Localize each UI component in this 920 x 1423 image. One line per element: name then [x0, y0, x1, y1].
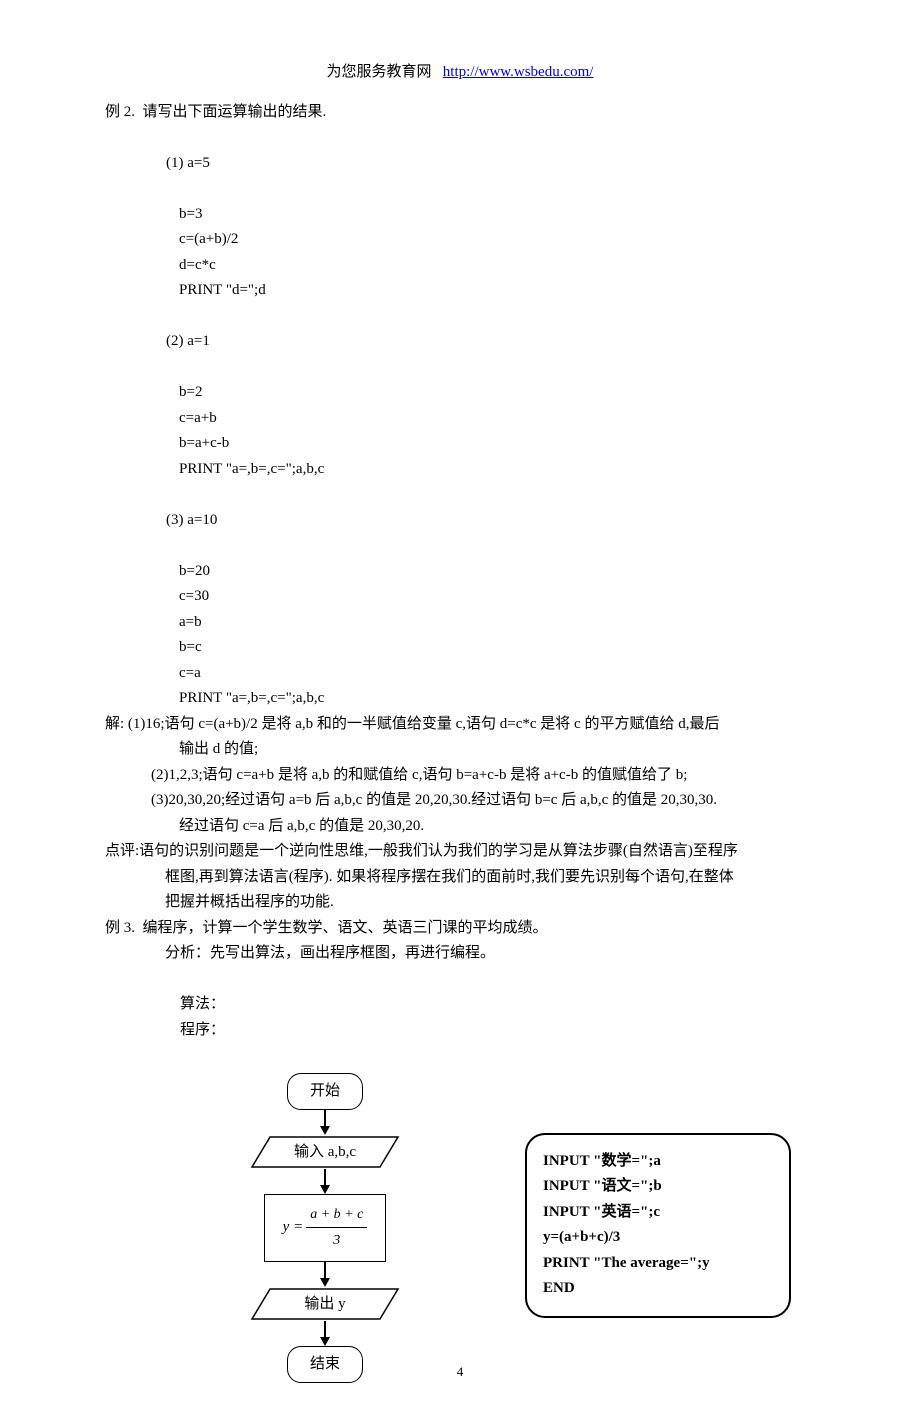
- comment-2: 框图,再到算法语言(程序). 如果将程序摆在我们的面前时,我们要先识别每个语句,…: [105, 865, 815, 891]
- flowchart-output: 输出 y: [250, 1287, 400, 1321]
- sub3-line7: PRINT "a=,b=,c=";a,b,c: [105, 686, 815, 712]
- program-line-4: y=(a+b+c)/3: [543, 1225, 773, 1251]
- formula-text: y = a + b + c 3: [283, 1203, 368, 1253]
- sub3-line2: b=20: [105, 559, 815, 585]
- sub1-line1: a=5: [187, 155, 210, 171]
- page-container: 为您服务教育网 http://www.wsbedu.com/ 例 2. 请写出下…: [0, 0, 920, 1423]
- sub2-line4: b=a+c-b: [105, 431, 815, 457]
- fraction: a + b + c 3: [306, 1203, 367, 1253]
- program-code-box: INPUT "数学=";a INPUT "语文=";b INPUT "英语=";…: [525, 1133, 791, 1318]
- flowchart-input-text: 输入 a,b,c: [294, 1144, 356, 1160]
- sub2-line1: a=1: [187, 333, 210, 349]
- sub3-line4: a=b: [105, 610, 815, 636]
- example3-title: 例 3. 编程序，计算一个学生数学、语文、英语三门课的平均成绩。: [105, 916, 815, 942]
- site-url-link[interactable]: http://www.wsbedu.com/: [443, 64, 594, 80]
- flow-and-code-section: 开始 输入 a,b,c y = a + b + c 3: [105, 1073, 815, 1384]
- flowchart-start: 开始: [287, 1073, 363, 1111]
- comment-3: 把握并概括出程序的功能.: [105, 890, 815, 916]
- arrow-icon: [320, 1321, 330, 1346]
- comment-1: 点评:语句的识别问题是一个逆向性思维,一般我们认为我们的学习是从算法步骤(自然语…: [105, 839, 815, 865]
- arrow-icon: [320, 1169, 330, 1194]
- arrow-icon: [320, 1110, 330, 1135]
- sub1-line2: b=3: [105, 202, 815, 228]
- program-line-1: INPUT "数学=";a: [543, 1149, 773, 1175]
- sub3-line3: c=30: [105, 584, 815, 610]
- example2-sub1-label: (1) a=5: [105, 125, 815, 202]
- formula-y-prefix: y =: [283, 1215, 304, 1241]
- sub2-label-text: (2): [166, 333, 184, 349]
- page-number: 4: [0, 1361, 920, 1383]
- solution-3a: (3)20,30,20;经过语句 a=b 后 a,b,c 的值是 20,20,3…: [105, 788, 815, 814]
- sub1-line5: PRINT "d=";d: [105, 278, 815, 304]
- program-line-6: END: [543, 1276, 773, 1302]
- sub3-line1: a=10: [187, 512, 217, 528]
- example2-sub3-label: (3) a=10: [105, 482, 815, 559]
- flowchart-output-text: 输出 y: [304, 1296, 345, 1312]
- solution-1a: 解: (1)16;语句 c=(a+b)/2 是将 a,b 和的一半赋值给变量 c…: [105, 712, 815, 738]
- example3-analysis: 分析：先写出算法，画出程序框图，再进行编程。: [105, 941, 815, 967]
- solution-3b: 经过语句 c=a 后 a,b,c 的值是 20,30,20.: [105, 814, 815, 840]
- sub3-label-text: (3): [166, 512, 184, 528]
- flowchart-process: y = a + b + c 3: [264, 1194, 387, 1262]
- fraction-num: a + b + c: [306, 1203, 367, 1228]
- sub3-line6: c=a: [105, 661, 815, 687]
- site-name-text: 为您服务教育网: [327, 64, 432, 80]
- sub1-line4: d=c*c: [105, 253, 815, 279]
- program-line-3: INPUT "英语=";c: [543, 1200, 773, 1226]
- sub1-line3: c=(a+b)/2: [105, 227, 815, 253]
- fraction-den: 3: [333, 1228, 340, 1253]
- algo-label: 算法：: [180, 992, 400, 1018]
- solution-1b: 输出 d 的值;: [105, 737, 815, 763]
- sub3-line5: b=c: [105, 635, 815, 661]
- page-header: 为您服务教育网 http://www.wsbedu.com/: [105, 60, 815, 86]
- example3-labels-row: 算法： 程序：: [105, 967, 815, 1069]
- sub1-label-text: (1): [166, 155, 184, 171]
- program-line-2: INPUT "语文=";b: [543, 1174, 773, 1200]
- flowchart-input: 输入 a,b,c: [250, 1135, 400, 1169]
- program-line-5: PRINT "The average=";y: [543, 1251, 773, 1277]
- example2-title: 例 2. 请写出下面运算输出的结果.: [105, 100, 815, 126]
- example2-sub2-label: (2) a=1: [105, 304, 815, 381]
- solution-2: (2)1,2,3;语句 c=a+b 是将 a,b 的和赋值给 c,语句 b=a+…: [105, 763, 815, 789]
- flowchart: 开始 输入 a,b,c y = a + b + c 3: [105, 1073, 455, 1384]
- sub2-line5: PRINT "a=,b=,c=";a,b,c: [105, 457, 815, 483]
- sub2-line3: c=a+b: [105, 406, 815, 432]
- arrow-icon: [320, 1262, 330, 1287]
- sub2-line2: b=2: [105, 380, 815, 406]
- prog-label: 程序：: [180, 1022, 225, 1038]
